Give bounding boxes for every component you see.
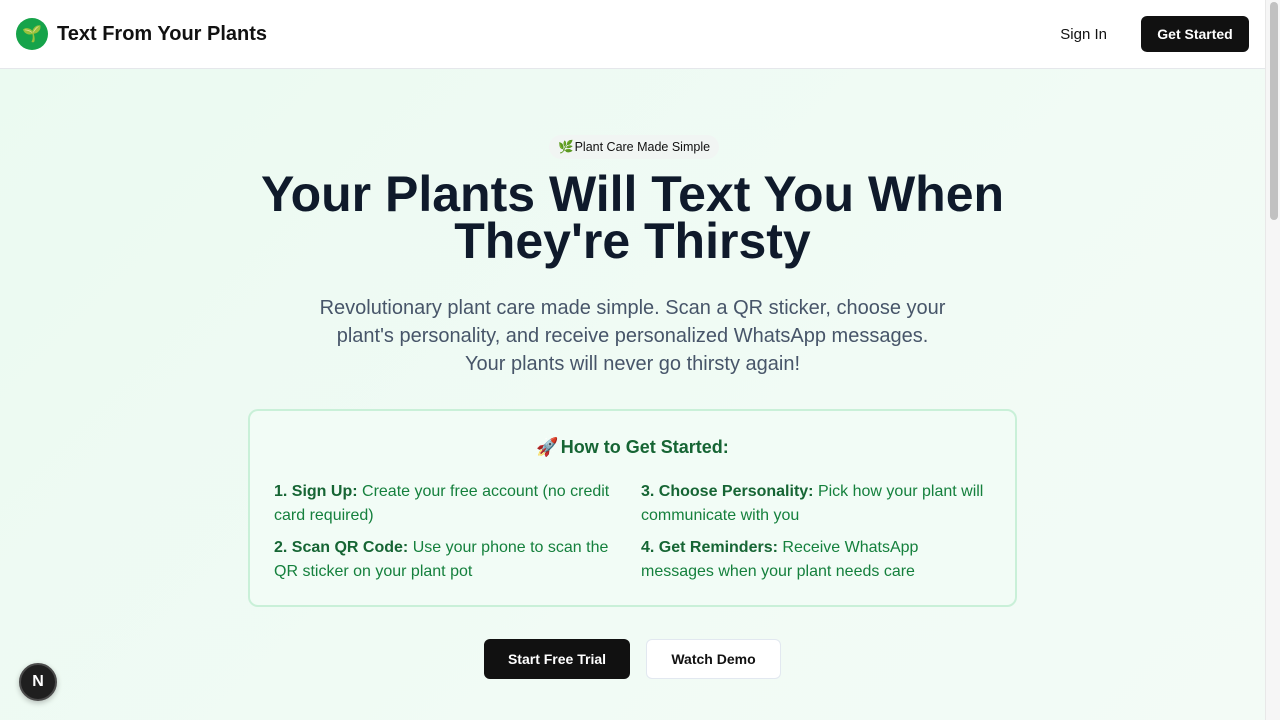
step-label: 4. Get Reminders: <box>641 539 778 556</box>
start-free-trial-button[interactable]: Start Free Trial <box>484 639 630 679</box>
nextjs-dev-icon[interactable]: N <box>19 663 57 701</box>
top-navbar: 🌱 Text From Your Plants Sign In Get Star… <box>0 0 1265 69</box>
plant-care-badge: 🌿 Plant Care Made Simple <box>549 135 720 159</box>
hero-subtitle-line-1: Revolutionary plant care made simple. Sc… <box>319 297 946 319</box>
hero-subtitle-line-2: plant's personality, and receive persona… <box>336 325 929 347</box>
step-item-scan-qr: 2. Scan QR Code: Use your phone to scan … <box>274 536 626 584</box>
hero-section: 🌿 Plant Care Made Simple Your Plants Wil… <box>0 69 1265 720</box>
step-item-get-reminders: 4. Get Reminders: Receive WhatsApp messa… <box>641 536 993 584</box>
hero-subtitle-line-3: Your plants will never go thirsty again! <box>465 353 800 375</box>
step-item-sign-up: 1. Sign Up: Create your free account (no… <box>274 480 626 528</box>
step-label: 3. Choose Personality: <box>641 483 814 500</box>
page-scrollbar[interactable] <box>1265 0 1280 720</box>
brand[interactable]: 🌱 Text From Your Plants <box>16 18 267 50</box>
seedling-logo-icon: 🌱 <box>16 18 48 50</box>
rocket-icon: 🚀 <box>536 437 559 457</box>
hero-title-line-2: They're Thirsty <box>454 213 811 269</box>
get-started-button[interactable]: Get Started <box>1141 16 1249 52</box>
scrollbar-thumb[interactable] <box>1270 2 1278 220</box>
how-to-title: 🚀 How to Get Started: <box>250 437 1015 458</box>
header-nav: Sign In Get Started <box>1048 16 1249 52</box>
step-label: 2. Scan QR Code: <box>274 539 409 556</box>
sign-in-button[interactable]: Sign In <box>1048 18 1119 51</box>
brand-name: Text From Your Plants <box>57 22 268 45</box>
hero-subtitle: Revolutionary plant care made simple. Sc… <box>280 294 985 378</box>
step-label: 1. Sign Up: <box>274 483 358 500</box>
how-to-title-text: How to Get Started: <box>560 437 729 457</box>
watch-demo-button[interactable]: Watch Demo <box>646 639 781 679</box>
hero-title: Your Plants Will Text You When They're T… <box>200 169 1065 266</box>
how-to-card: 🚀 How to Get Started: 1. Sign Up: Create… <box>248 409 1017 607</box>
badge-label: Plant Care Made Simple <box>574 140 711 154</box>
herb-icon: 🌿 <box>558 139 574 154</box>
step-item-choose-personality: 3. Choose Personality: Pick how your pla… <box>641 480 993 528</box>
